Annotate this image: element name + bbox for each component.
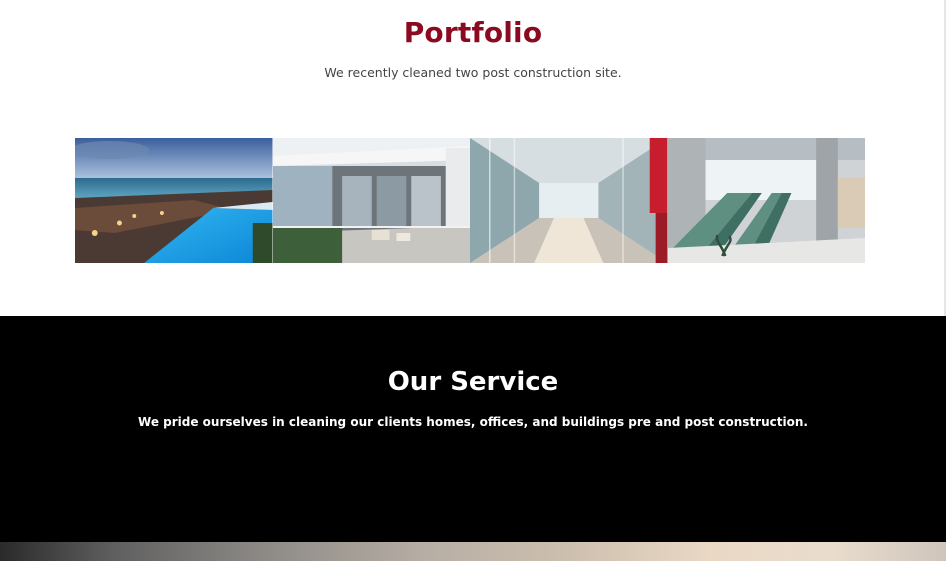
portfolio-subtitle: We recently cleaned two post constructio… [324,65,622,80]
service-title: Our Service [387,367,559,397]
glass-corridor-image[interactable] [470,138,668,263]
rooftop-pool-image[interactable] [75,138,273,263]
modern-balcony-image[interactable] [272,138,470,263]
portfolio-title: Portfolio [403,16,543,49]
service-section: Our Service We pride ourselves in cleani… [0,316,946,542]
service-description: We pride ourselves in cleaning our clien… [138,415,808,429]
portfolio-gallery [75,138,865,263]
escalator-atrium-image[interactable] [667,138,865,263]
page: Portfolio We recently cleaned two post c… [0,0,946,561]
portfolio-section: Portfolio We recently cleaned two post c… [0,0,946,316]
hero-banner-image [0,542,946,561]
